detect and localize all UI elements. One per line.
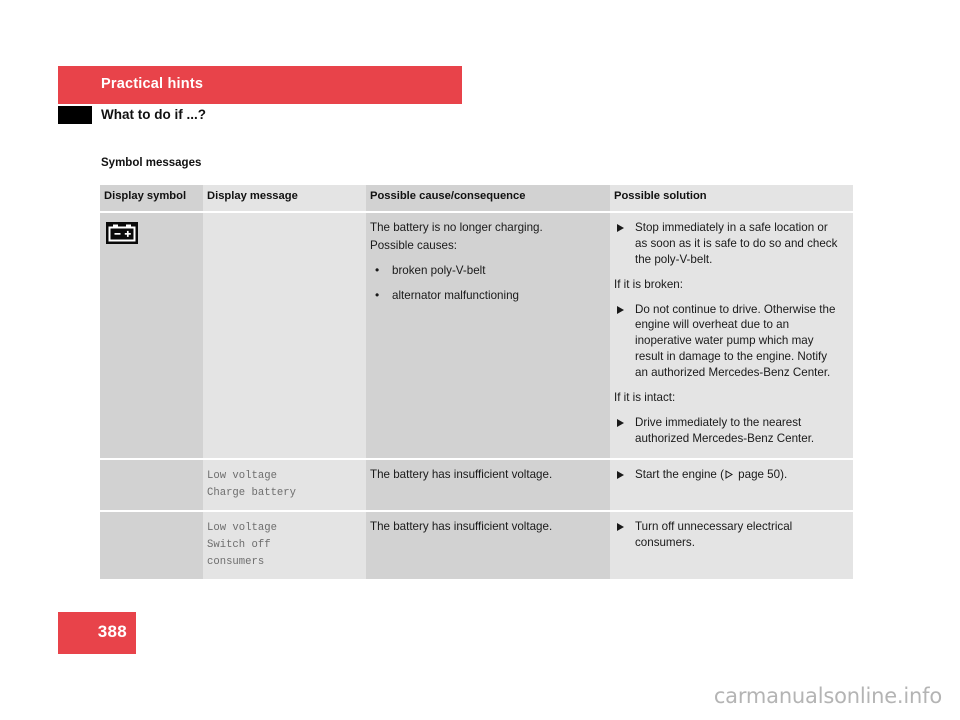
symbol-messages-table: Display symbol Display message Possible … — [100, 185, 853, 579]
column-header-display-message: Display message — [203, 185, 366, 212]
display-message-text: Low voltage Charge battery — [207, 469, 297, 499]
page-subheading: Symbol messages — [101, 157, 202, 169]
solution-action-list: Start the engine ( page 50). — [614, 467, 843, 483]
cause-bullet-list: broken poly-V-belt alternator malfunctio… — [370, 262, 600, 304]
column-header-possible-solution: Possible solution — [610, 185, 853, 212]
cell-display-symbol — [100, 457, 203, 511]
section-marker-square — [58, 106, 92, 124]
cell-possible-solution: Turn off unnecessary electrical consumer… — [610, 509, 853, 579]
solution-action-list-2: Do not continue to drive. Otherwise the … — [614, 302, 843, 381]
list-item: Turn off unnecessary electrical consumer… — [614, 519, 843, 551]
cell-display-message: Low voltage Charge battery — [203, 457, 366, 511]
page-reference-label: page 50 — [734, 467, 781, 481]
cause-intro-line-2: Possible causes: — [370, 238, 457, 252]
battery-icon — [106, 222, 193, 249]
solution-condition-1: If it is broken: — [614, 277, 683, 291]
solution-action-list-3: Drive immediately to the nearest authori… — [614, 415, 843, 447]
page-number-block: 388 — [58, 612, 136, 654]
cell-possible-cause: The battery has insufficient voltage. — [366, 457, 610, 511]
cell-display-message — [203, 211, 366, 459]
cell-display-message: Low voltage Switch off consumers — [203, 509, 366, 579]
section-title: What to do if ...? — [101, 107, 206, 122]
cell-display-symbol — [100, 211, 203, 459]
cell-possible-cause: The battery has insufficient voltage. — [366, 509, 610, 579]
list-item: Start the engine ( page 50). — [614, 467, 843, 483]
list-item: Drive immediately to the nearest authori… — [614, 415, 843, 447]
column-header-display-symbol: Display symbol — [100, 185, 203, 212]
cause-text: The battery has insufficient voltage. — [370, 467, 553, 481]
list-item: broken poly-V-belt — [370, 262, 600, 279]
cell-display-symbol — [100, 509, 203, 579]
solution-text-prefix: Start the engine ( — [635, 467, 724, 481]
page-reference-icon — [725, 469, 733, 479]
table-row: Low voltage Charge battery The battery h… — [100, 457, 853, 511]
chapter-title: Practical hints — [101, 76, 204, 92]
list-item: Do not continue to drive. Otherwise the … — [614, 302, 843, 381]
page-number: 388 — [97, 622, 127, 641]
list-item: alternator malfunctioning — [370, 287, 600, 304]
display-message-text: Low voltage Switch off consumers — [207, 521, 277, 568]
table-header-row: Display symbol Display message Possible … — [100, 185, 853, 212]
cell-possible-cause: The battery is no longer charging. Possi… — [366, 211, 610, 459]
solution-text-suffix: ). — [780, 467, 788, 481]
site-watermark: carmanualsonline.info — [713, 684, 942, 708]
solution-action-list-1: Stop immediately in a safe location or a… — [614, 220, 843, 268]
chapter-header-bar: Practical hints — [58, 66, 462, 104]
solution-condition-2: If it is intact: — [614, 390, 676, 404]
table-row: Low voltage Switch off consumers The bat… — [100, 509, 853, 579]
cell-possible-solution: Stop immediately in a safe location or a… — [610, 211, 853, 459]
list-item: Stop immediately in a safe location or a… — [614, 220, 843, 268]
cause-intro-line-1: The battery is no longer charging. — [370, 221, 543, 234]
cause-text: The battery has insufficient voltage. — [370, 519, 553, 533]
column-header-possible-cause: Possible cause/consequence — [366, 185, 610, 212]
table-row: The battery is no longer charging. Possi… — [100, 211, 853, 459]
cell-possible-solution: Start the engine ( page 50). — [610, 457, 853, 511]
solution-action-list: Turn off unnecessary electrical consumer… — [614, 519, 843, 551]
